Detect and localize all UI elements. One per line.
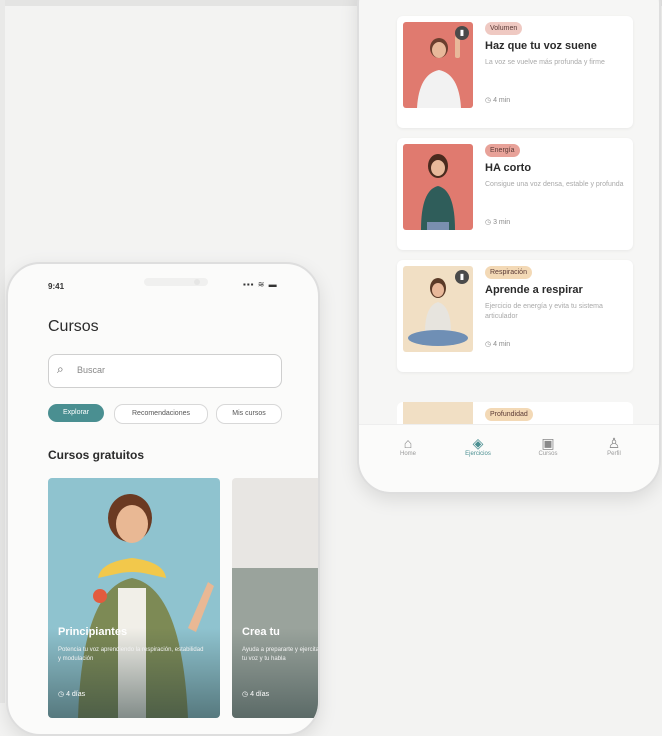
- tab-exercises[interactable]: ◈ Ejercicios: [453, 435, 503, 457]
- courses-icon: ▣: [541, 435, 555, 451]
- exercise-card[interactable]: ▮ Respiración Aprende a respirar Ejercic…: [397, 260, 633, 372]
- exercise-description: La voz se vuelve más profunda y firme: [485, 59, 605, 66]
- home-icon: ⌂: [403, 435, 413, 451]
- clock-icon: ◷: [485, 97, 494, 104]
- section-title: Cursos gratuitos: [48, 448, 145, 462]
- exercise-description: Consigue una voz densa, estable y profun…: [485, 181, 624, 188]
- clock-icon: ◷: [485, 341, 494, 348]
- tab-profile[interactable]: ♙ Perfil: [589, 435, 639, 457]
- exercise-card[interactable]: ▮ Volumen Haz que tu voz suene La voz se…: [397, 16, 633, 128]
- courses-phone-screen: 9:41 ▪▪▪ ≋ ▬ Cursos ⌕ Buscar Explorar Re…: [6, 262, 320, 736]
- clock-icon: ◷: [485, 219, 494, 226]
- course-duration: ◷ 4 días: [242, 691, 270, 698]
- tab-home[interactable]: ⌂ Home: [383, 435, 433, 457]
- category-tag: Volumen: [485, 22, 523, 35]
- exercises-icon: ◈: [472, 435, 484, 451]
- exercise-thumbnail: ▮: [403, 266, 473, 352]
- exercise-card[interactable]: Energía HA corto Consigue una voz densa,…: [397, 138, 633, 250]
- exercise-thumbnail: [403, 144, 473, 230]
- exercise-title: Aprende a respirar: [485, 284, 583, 296]
- card-overlay: [48, 628, 220, 718]
- chip-recomendaciones[interactable]: Recomendaciones: [114, 404, 208, 424]
- course-card[interactable]: Crea tu Ayuda a prepararte y ejercitar t…: [232, 478, 320, 718]
- tab-courses[interactable]: ▣ Cursos: [523, 435, 573, 457]
- profile-icon: ♙: [607, 435, 621, 451]
- category-tag: Energía: [485, 144, 520, 157]
- exercise-duration: ◷ 4 min: [485, 341, 511, 348]
- camera-dot: [194, 279, 200, 285]
- course-description: Ayuda a prepararte y ejercitar tu voz y …: [242, 647, 320, 662]
- course-description: Potencia tu voz aprendiendo la respiraci…: [58, 647, 204, 662]
- exercise-duration: ◷ 4 min: [485, 97, 511, 104]
- clock-icon: ◷: [58, 691, 67, 698]
- clock-icon: ◷: [242, 691, 251, 698]
- person-illustration: [421, 154, 455, 230]
- card-overlay: [232, 628, 318, 718]
- status-time: 9:41: [48, 282, 65, 291]
- exercise-thumbnail: ▮: [403, 22, 473, 108]
- status-icons: ▪▪▪ ≋ ▬: [243, 280, 278, 289]
- search-icon: ⌕: [57, 362, 64, 376]
- course-duration: ◷ 4 días: [58, 691, 86, 698]
- exercises-phone-screen: ▮ Volumen Haz que tu voz suene La voz se…: [357, 0, 661, 494]
- exercise-duration: ◷ 3 min: [485, 219, 511, 226]
- exercise-title: Haz que tu voz suene: [485, 40, 597, 52]
- exercise-description: Ejercicio de energía y evita tu sistema …: [485, 303, 603, 320]
- course-card[interactable]: Principiantes Potencia tu voz aprendiend…: [48, 478, 220, 718]
- category-tag: Profundidad: [485, 408, 533, 421]
- left-border: [0, 0, 5, 703]
- category-tag: Respiración: [485, 266, 532, 279]
- course-title: Crea tu: [242, 626, 280, 638]
- bottom-tab-bar: ⌂ Home ◈ Ejercicios ▣ Cursos ♙ Perfil: [359, 424, 659, 492]
- search-placeholder: Buscar: [77, 365, 106, 375]
- page-title: Cursos: [48, 318, 99, 335]
- course-title: Principiantes: [58, 626, 128, 638]
- search-input[interactable]: ⌕ Buscar: [48, 354, 282, 388]
- exercise-title: HA corto: [485, 162, 532, 174]
- chip-mis-cursos[interactable]: Mis cursos: [216, 404, 282, 424]
- chip-explorar[interactable]: Explorar: [48, 404, 104, 422]
- bookmark-icon[interactable]: ▮: [455, 26, 469, 40]
- bookmark-icon[interactable]: ▮: [455, 270, 469, 284]
